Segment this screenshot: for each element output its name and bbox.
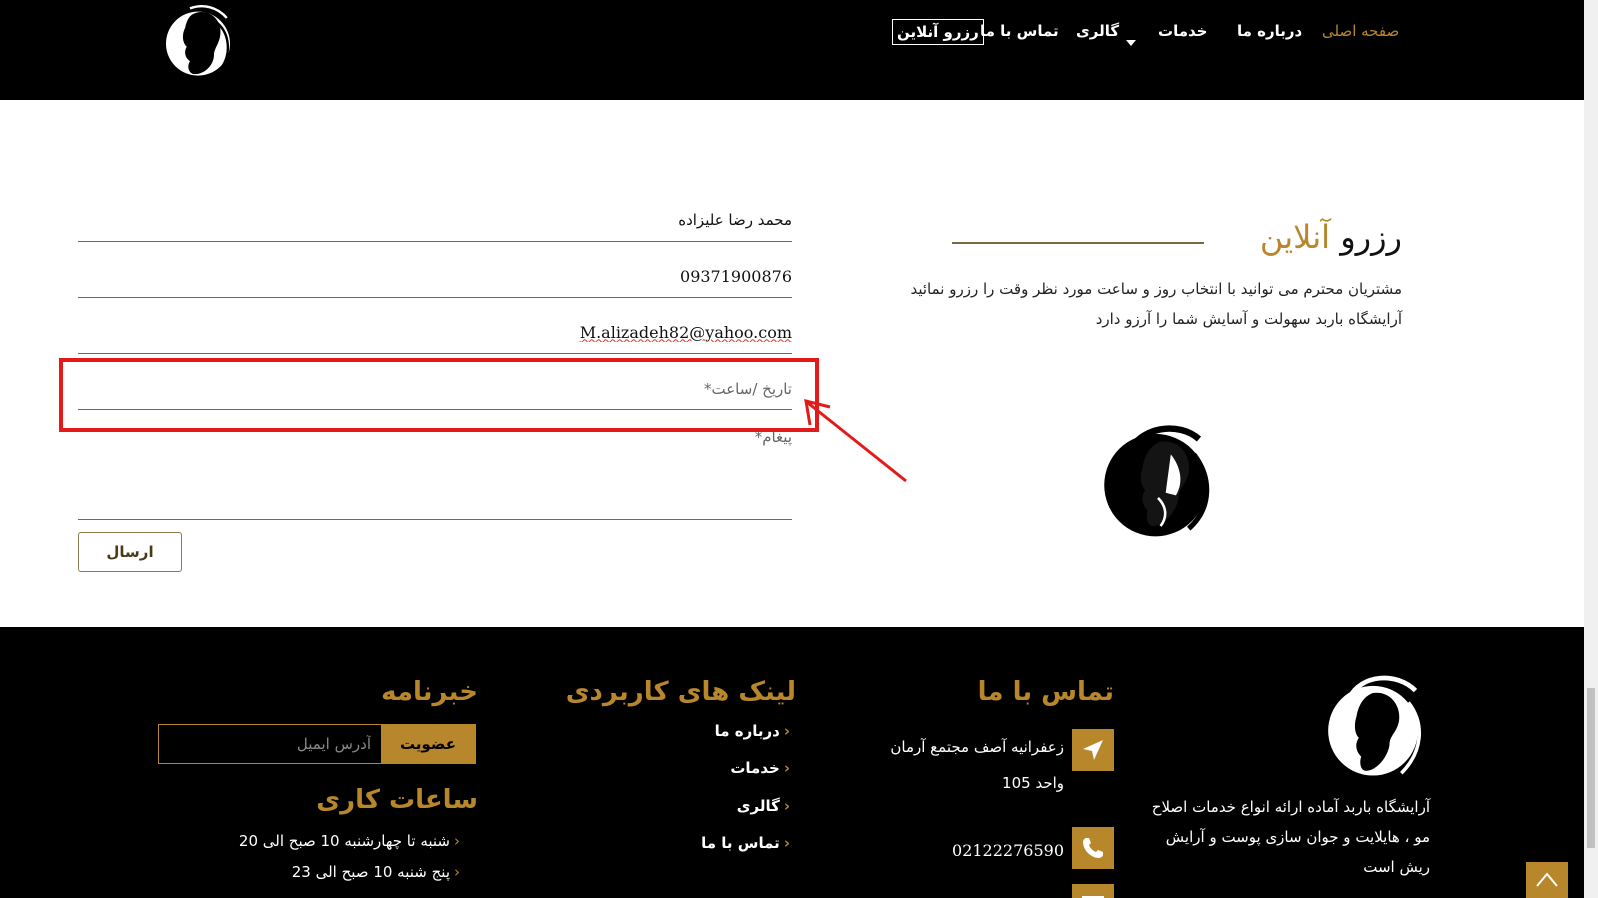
footer-links-heading: لینک های کاربردی — [565, 677, 796, 707]
message-field-wrap — [78, 424, 792, 520]
name-input[interactable] — [78, 200, 792, 240]
chevron-left-icon: ‹ — [783, 722, 790, 740]
email-input[interactable] — [78, 312, 792, 352]
site-footer: آرایشگاه باربد آماده ارائه انواع خدمات ا… — [0, 627, 1584, 898]
chevron-left-icon: ‹ — [454, 863, 460, 881]
newsletter-form: عضویت — [158, 724, 476, 764]
reservation-title: رزرو آنلاین — [1190, 218, 1402, 256]
submit-button[interactable]: ارسال — [78, 532, 182, 572]
chevron-left-icon: ‹ — [454, 832, 460, 850]
footer-hours-heading: ساعات کاری — [316, 785, 478, 815]
footer-newsletter-heading: خبرنامه — [381, 677, 478, 707]
subscribe-button[interactable]: عضویت — [381, 725, 475, 763]
chevron-left-icon: ‹ — [783, 834, 790, 852]
nav-contact[interactable]: تماس با ما — [980, 22, 1059, 40]
hours-item: ‹شنبه تا چهارشنبه 10 صبح الی 20 — [238, 832, 460, 850]
annotation-arrow-icon — [804, 398, 907, 483]
message-textarea[interactable] — [78, 424, 792, 518]
email-field-wrap — [78, 312, 792, 354]
mail-icon — [1072, 884, 1114, 898]
barber-logo-icon — [1328, 675, 1421, 776]
footer-about-text: آرایشگاه باربد آماده ارائه انواع خدمات ا… — [1151, 798, 1430, 876]
page-scrollbar[interactable] — [1584, 0, 1598, 898]
footer-address: زعفرانیه آصف مجتمع آرمان واحد 105 — [890, 738, 1064, 792]
chevron-up-icon — [1536, 872, 1558, 887]
newsletter-email-input[interactable] — [159, 725, 379, 763]
chevron-left-icon: ‹ — [783, 759, 790, 777]
scroll-to-top-button[interactable] — [1526, 862, 1568, 898]
location-arrow-icon — [1072, 729, 1114, 771]
nav-about[interactable]: درباره ما — [1237, 22, 1302, 40]
footer-phone[interactable]: 02122276590 — [930, 833, 1064, 869]
highlight-annotation-box — [59, 358, 819, 432]
phone-input[interactable] — [78, 256, 792, 296]
reservation-description: مشتریان محترم می توانید با انتخاب روز و … — [910, 280, 1402, 328]
site-header: صفحه اصلی درباره ما خدمات گالری تماس با … — [0, 0, 1584, 100]
nav-services[interactable]: خدمات — [1158, 22, 1207, 40]
caret-down-icon[interactable] — [1126, 40, 1136, 46]
hours-item: ‹پنج شنبه 10 صبح الی 23 — [291, 863, 460, 881]
footer-link-contact[interactable]: ‹تماس با ما — [680, 834, 790, 852]
phone-icon — [1072, 827, 1114, 869]
nav-home[interactable]: صفحه اصلی — [1322, 22, 1399, 40]
footer-link-about[interactable]: ‹درباره ما — [700, 722, 790, 740]
title-word-gold: آنلاین — [1259, 218, 1331, 256]
barber-logo-icon — [1104, 425, 1210, 537]
nav-gallery[interactable]: گالری — [1076, 22, 1119, 40]
footer-link-services[interactable]: ‹خدمات — [700, 759, 790, 777]
footer-link-gallery[interactable]: ‹گالری — [700, 797, 790, 815]
title-word-dark: رزرو — [1340, 218, 1402, 256]
title-divider — [952, 242, 1204, 244]
nav-booking[interactable]: رزرو آنلاین — [892, 19, 984, 45]
scrollbar-thumb[interactable] — [1587, 688, 1595, 848]
name-field-wrap — [78, 200, 792, 242]
chevron-left-icon: ‹ — [783, 797, 790, 815]
main-nav: صفحه اصلی درباره ما خدمات گالری تماس با … — [0, 0, 1584, 100]
footer-contact-heading: تماس با ما — [977, 677, 1114, 707]
phone-field-wrap — [78, 256, 792, 298]
